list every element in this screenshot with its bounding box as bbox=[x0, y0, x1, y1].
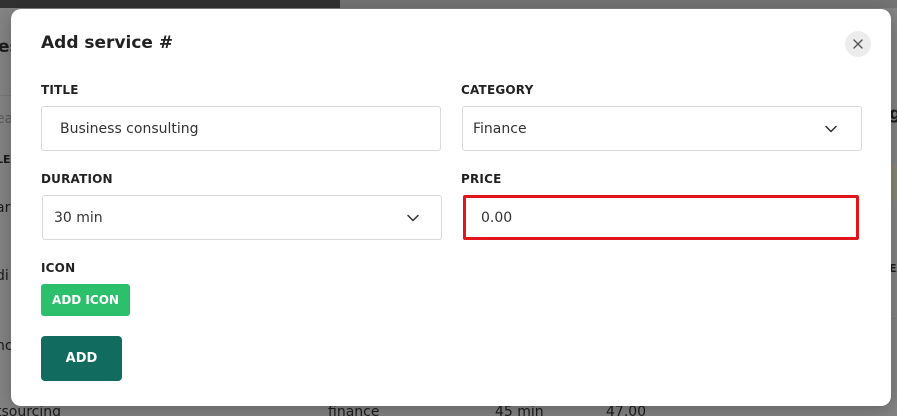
close-icon bbox=[853, 39, 863, 49]
add-icon-button[interactable]: ADD ICON bbox=[41, 284, 130, 316]
category-value: Finance bbox=[473, 120, 527, 137]
add-button[interactable]: ADD bbox=[41, 336, 122, 381]
price-label: PRICE bbox=[461, 172, 502, 186]
chevron-down-icon bbox=[407, 214, 419, 221]
title-label: TITLE bbox=[41, 83, 79, 97]
icon-label: ICON bbox=[41, 261, 76, 275]
category-select[interactable]: Finance bbox=[462, 106, 862, 151]
duration-value: 30 min bbox=[54, 209, 103, 226]
price-input[interactable] bbox=[463, 195, 859, 240]
duration-label: DURATION bbox=[41, 172, 113, 186]
duration-select[interactable]: 30 min bbox=[42, 195, 442, 240]
modal-title: Add service # bbox=[41, 33, 174, 53]
chevron-down-icon bbox=[825, 125, 837, 132]
category-label: CATEGORY bbox=[461, 83, 534, 97]
title-input[interactable] bbox=[41, 106, 441, 151]
add-service-modal: Add service # TITLE CATEGORY Finance DUR… bbox=[11, 9, 891, 406]
close-button[interactable] bbox=[845, 31, 871, 57]
